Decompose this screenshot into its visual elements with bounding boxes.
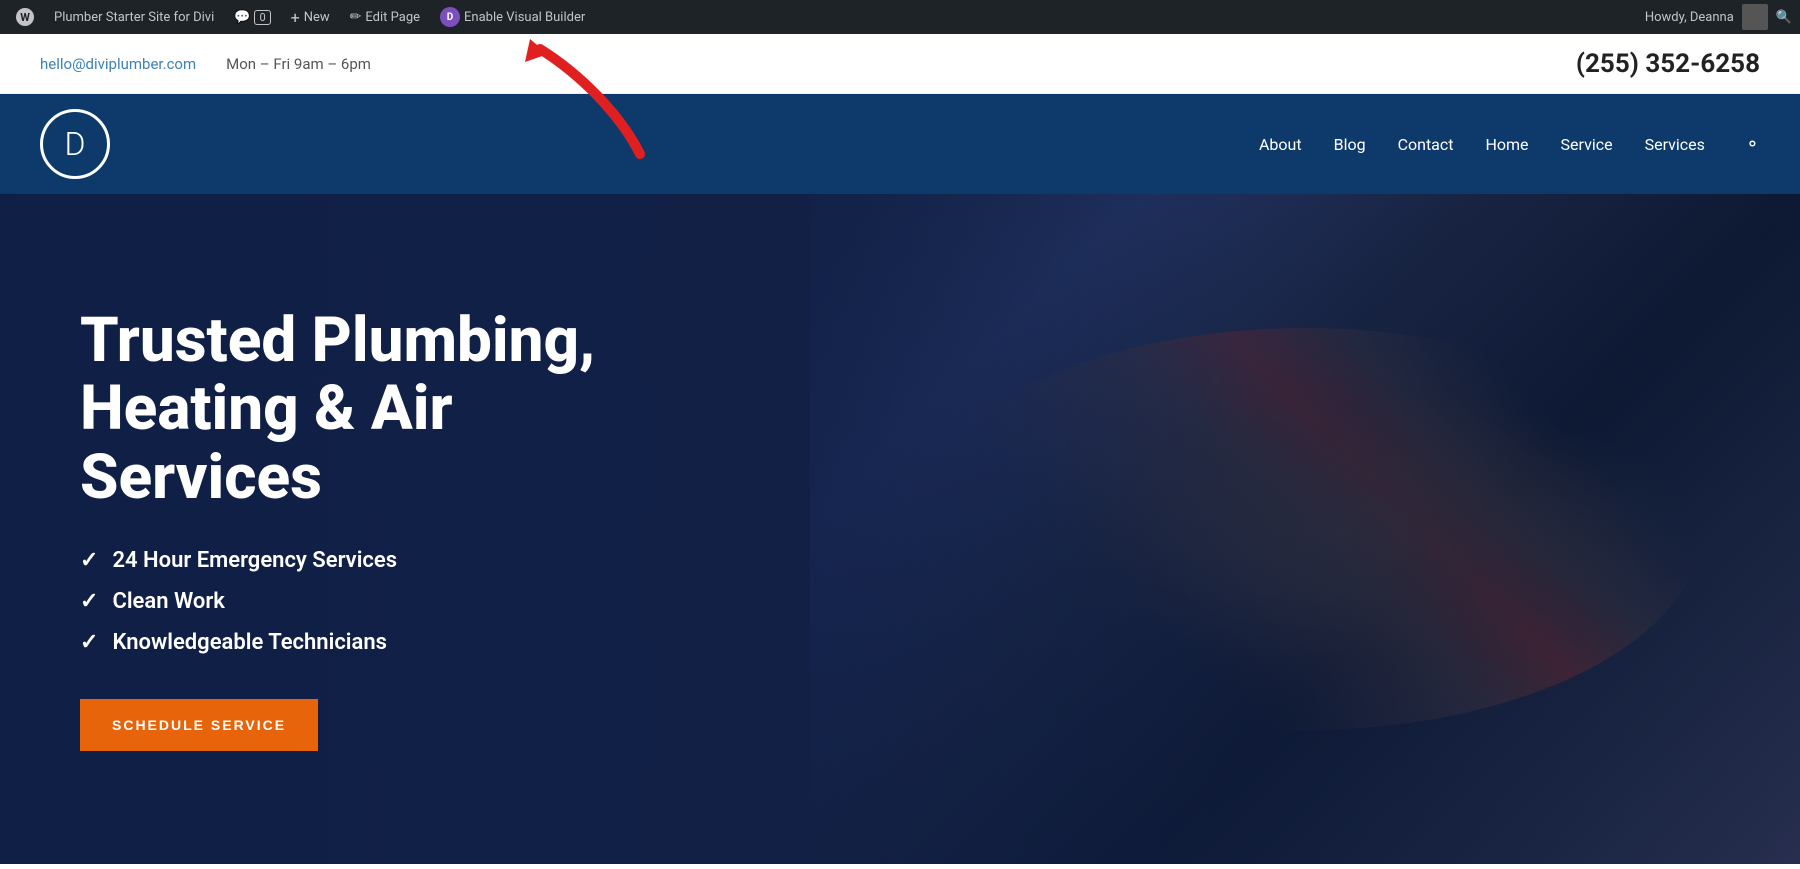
top-info-bar: hello@diviplumber.com Mon – Fri 9am – 6p… <box>0 34 1800 94</box>
admin-bar-right: Howdy, Deanna 🔍 <box>1645 4 1792 30</box>
logo-letter: D <box>65 125 86 163</box>
nav-link-services[interactable]: Services <box>1645 135 1705 154</box>
nav-item-services[interactable]: Services <box>1645 135 1705 154</box>
nav-link-about[interactable]: About <box>1259 135 1302 154</box>
hero-title: Trusted Plumbing, Heating & Air Services <box>80 307 620 512</box>
pencil-icon: ✏ <box>350 9 362 25</box>
nav-links: About Blog Contact Home Service Services… <box>1259 134 1760 155</box>
email-link[interactable]: hello@diviplumber.com <box>40 55 196 73</box>
feature-item-2: ✓ Clean Work <box>80 589 620 614</box>
nav-item-service[interactable]: Service <box>1561 135 1613 154</box>
feature-text-1: 24 Hour Emergency Services <box>112 548 397 573</box>
main-nav: D About Blog Contact Home Service Servic… <box>0 94 1800 194</box>
nav-item-contact[interactable]: Contact <box>1398 135 1454 154</box>
avatar-icon <box>1742 4 1768 30</box>
admin-bar: W Plumber Starter Site for Divi 💬 0 + Ne… <box>0 0 1800 34</box>
nav-item-about[interactable]: About <box>1259 135 1302 154</box>
hero-features-list: ✓ 24 Hour Emergency Services ✓ Clean Wor… <box>80 548 620 655</box>
feature-text-2: Clean Work <box>112 589 224 614</box>
feature-text-3: Knowledgeable Technicians <box>112 630 386 655</box>
nav-link-service[interactable]: Service <box>1561 135 1613 154</box>
search-icon[interactable]: 🔍 <box>1776 10 1792 25</box>
business-hours: Mon – Fri 9am – 6pm <box>226 55 371 73</box>
comment-bubble-icon: 💬 <box>234 10 250 25</box>
new-label: New <box>304 10 330 25</box>
hero-section: Trusted Plumbing, Heating & Air Services… <box>0 194 1800 864</box>
site-name-link[interactable]: Plumber Starter Site for Divi <box>46 0 222 34</box>
phone-number: (255) 352-6258 <box>1576 49 1760 79</box>
admin-bar-left: W Plumber Starter Site for Divi 💬 0 + Ne… <box>8 0 1645 34</box>
schedule-service-button[interactable]: Schedule Service <box>80 699 318 751</box>
visual-builder-link[interactable]: D Enable Visual Builder <box>432 0 593 34</box>
nav-search-item[interactable]: ⚬ <box>1737 134 1760 155</box>
top-info-left: hello@diviplumber.com Mon – Fri 9am – 6p… <box>40 55 371 73</box>
nav-item-blog[interactable]: Blog <box>1334 135 1366 154</box>
plus-icon: + <box>291 8 300 27</box>
comments-link[interactable]: 💬 0 <box>226 0 278 34</box>
howdy-text: Howdy, Deanna <box>1645 10 1734 25</box>
nav-link-blog[interactable]: Blog <box>1334 135 1366 154</box>
checkmark-icon-1: ✓ <box>80 548 98 573</box>
edit-page-label: Edit Page <box>365 10 420 25</box>
feature-item-1: ✓ 24 Hour Emergency Services <box>80 548 620 573</box>
nav-link-home[interactable]: Home <box>1485 135 1528 154</box>
comments-count: 0 <box>254 10 270 25</box>
hero-content: Trusted Plumbing, Heating & Air Services… <box>0 247 680 811</box>
visual-builder-label: Enable Visual Builder <box>464 10 585 25</box>
site-name-text: Plumber Starter Site for Divi <box>54 10 214 25</box>
checkmark-icon-2: ✓ <box>80 589 98 614</box>
wp-logo-icon: W <box>16 8 34 26</box>
nav-link-contact[interactable]: Contact <box>1398 135 1454 154</box>
nav-item-home[interactable]: Home <box>1485 135 1528 154</box>
feature-item-3: ✓ Knowledgeable Technicians <box>80 630 620 655</box>
divi-icon: D <box>440 7 460 27</box>
edit-page-link[interactable]: ✏ Edit Page <box>342 0 428 34</box>
schedule-button-label: Schedule Service <box>112 717 286 733</box>
new-link[interactable]: + New <box>283 0 338 34</box>
nav-search-icon[interactable]: ⚬ <box>1745 134 1760 155</box>
checkmark-icon-3: ✓ <box>80 630 98 655</box>
site-logo[interactable]: D <box>40 109 110 179</box>
wp-logo-link[interactable]: W <box>8 0 42 34</box>
